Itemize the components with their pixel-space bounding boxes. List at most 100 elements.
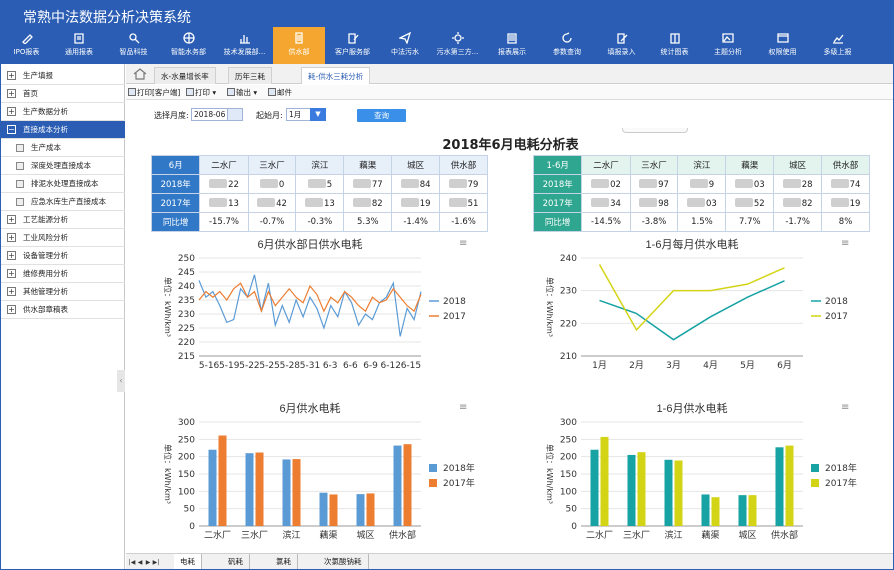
x-tick-label: 6-15 [401, 361, 421, 371]
bar [627, 454, 636, 526]
expand-icon[interactable]: + [7, 269, 16, 278]
redacted-block [591, 197, 610, 207]
expand-icon[interactable]: + [7, 107, 16, 116]
nav-item-label: 供水部 [288, 48, 310, 56]
sheet-tab-0[interactable]: 电耗 [174, 554, 202, 569]
expand-icon[interactable]: + [7, 215, 16, 224]
sidebar-item-10[interactable]: + 设备管理分析 [1, 247, 125, 265]
nav-item-10[interactable]: 参数查询 [539, 27, 595, 64]
sidebar-item-9[interactable]: + 工业风险分析 [1, 229, 125, 247]
row-label: 2017年 [150, 193, 201, 213]
nav-item-14[interactable]: 权限使用 [755, 27, 810, 64]
sidebar-item-3[interactable]: − 直接成本分析 [1, 121, 125, 139]
nav-item-0[interactable]: IPO报表 [1, 27, 52, 64]
print-client-button[interactable]: 打印[客户端] [128, 87, 180, 98]
y-tick-label: 230 [560, 287, 577, 297]
nav-item-6[interactable]: 客户服务部 [325, 27, 380, 64]
table-cell: 34 [581, 193, 631, 213]
y-tick-label: 250 [178, 254, 195, 264]
nav-item-12[interactable]: 统计图表 [648, 27, 701, 64]
table-header-cell: 藕渠 [343, 155, 393, 175]
sidebar-item-0[interactable]: + 生产填报 [1, 67, 125, 85]
mail-button[interactable]: 邮件 [268, 87, 292, 98]
nav-item-label: 技术发展部... [223, 48, 266, 56]
sidebar-item-8[interactable]: + 工艺能源分析 [1, 211, 125, 229]
x-tick-label: 3月 [666, 360, 681, 371]
nav-item-9[interactable]: 报表展示 [485, 27, 539, 64]
expand-icon[interactable]: + [7, 251, 16, 260]
sidebar-item-5[interactable]: 深度处理直接成本 [1, 157, 125, 175]
x-tick-label: 5-31 [300, 361, 320, 371]
nav-item-8[interactable]: 污水第三方... [430, 27, 485, 64]
legend-swatch [811, 464, 819, 472]
chevron-down-icon[interactable]: ▼ [310, 108, 326, 121]
y-tick-label: 220 [560, 319, 577, 329]
nav-item-7[interactable]: 中法污水 [380, 27, 430, 64]
nav-item-2[interactable]: 智品科技 [106, 27, 161, 64]
sidebar-item-2[interactable]: + 生产数据分析 [1, 103, 125, 121]
sidebar-item-4[interactable]: 生产成本 [1, 139, 125, 157]
printer-icon [186, 88, 194, 96]
menu-icon[interactable]: ≡ [841, 402, 849, 413]
nav-item-3[interactable]: 智能水务部 [161, 27, 216, 64]
nav-item-11[interactable]: 填报录入 [595, 27, 648, 64]
sheet-tab-1[interactable]: 矾耗 [222, 554, 250, 569]
nav-item-1[interactable]: 通用报表 [52, 27, 106, 64]
menu-icon[interactable]: ≡ [459, 402, 467, 413]
report-area: 2018年6月电耗分析表 6月 二水厂 三水厂 滨江 藕渠 城区 供水部 2018年 22 0 5 7… [126, 128, 893, 553]
x-tick-label: 城区 [738, 530, 756, 541]
x-tick-label: 5-16 [199, 361, 220, 371]
nav-item-5[interactable]: 供水部 [273, 27, 325, 64]
sidebar-item-11[interactable]: + 维修费用分析 [1, 265, 125, 283]
y-axis-label: 单位：kWh/km³ [163, 277, 173, 337]
redacted-block [830, 178, 849, 188]
table-cell: 9 [677, 174, 727, 194]
x-tick-label: 5-28 [280, 361, 301, 371]
sidebar-item-7[interactable]: 应急水库生产直接成本 [1, 193, 125, 211]
sheet-navigation[interactable]: |◀ ◀ ▶ ▶| [128, 557, 160, 567]
sidebar-item-1[interactable]: + 首页 [1, 85, 125, 103]
legend-label: 2018 [443, 297, 466, 307]
export-button[interactable]: 输出 ▾ [227, 87, 257, 98]
tab-water-growth[interactable]: 水-水量增长率 [154, 67, 216, 84]
bar [356, 494, 365, 526]
nav-item-4[interactable]: 技术发展部... [216, 27, 273, 64]
print-button[interactable]: 打印 ▾ [186, 87, 216, 98]
table-header-cell: 二水厂 [581, 155, 631, 175]
y-axis-label: 单位：kWh/km³ [545, 444, 555, 504]
table-cell: -15.7% [199, 212, 249, 232]
expand-icon[interactable]: + [7, 71, 16, 80]
nav-item-13[interactable]: 主题分析 [701, 27, 755, 64]
globe-icon [182, 32, 195, 44]
redacted-block [591, 178, 610, 188]
expand-icon[interactable]: + [7, 305, 16, 314]
legend-label: 2017 [825, 312, 848, 322]
expand-icon[interactable]: + [7, 233, 16, 242]
calendar-icon[interactable] [227, 108, 243, 121]
expand-icon[interactable]: + [7, 89, 16, 98]
sheet-tab-3[interactable]: 次氯酸钠耗 [318, 554, 369, 569]
sidebar-item-13[interactable]: + 供水部章稿表 [1, 301, 125, 319]
daily-line-chart: 6月供水部日供水电耗 ≡ 单位：kWh/km³ 215 220 225 230 235 240 2… [163, 237, 467, 371]
table-cell: 13 [295, 193, 345, 213]
nav-item-15[interactable]: 多级上报 [810, 27, 865, 64]
tab-consumption-analysis[interactable]: 耗-供水三耗分析 [301, 67, 371, 84]
table-header-cell: 6月 [150, 155, 201, 175]
y-tick-label: 150 [178, 470, 195, 480]
bar [282, 459, 291, 526]
tab-history-consumption[interactable]: 历年三耗 [228, 67, 272, 84]
panel-grip[interactable] [622, 128, 688, 133]
menu-icon[interactable]: ≡ [841, 238, 849, 249]
sidebar-item-12[interactable]: + 其他管理分析 [1, 283, 125, 301]
sidebar-item-6[interactable]: 排泥水处理直接成本 [1, 175, 125, 193]
collapse-icon[interactable]: − [7, 125, 16, 134]
collapse-sidebar-button[interactable]: ‹ [117, 370, 125, 392]
expand-icon[interactable]: + [7, 287, 16, 296]
menu-icon[interactable]: ≡ [459, 238, 467, 249]
home-icon[interactable] [132, 67, 148, 81]
report-title: 2018年6月电耗分析表 [442, 138, 579, 153]
main-panel: 水-水量增长率 历年三耗 耗-供水三耗分析 打印[客户端] 打印 ▾ 输出 ▾ … [126, 64, 893, 569]
query-button[interactable]: 查询 [357, 109, 406, 122]
sheet-tab-2[interactable]: 氯耗 [270, 554, 298, 569]
nav-item-label: 多级上报 [823, 48, 852, 56]
